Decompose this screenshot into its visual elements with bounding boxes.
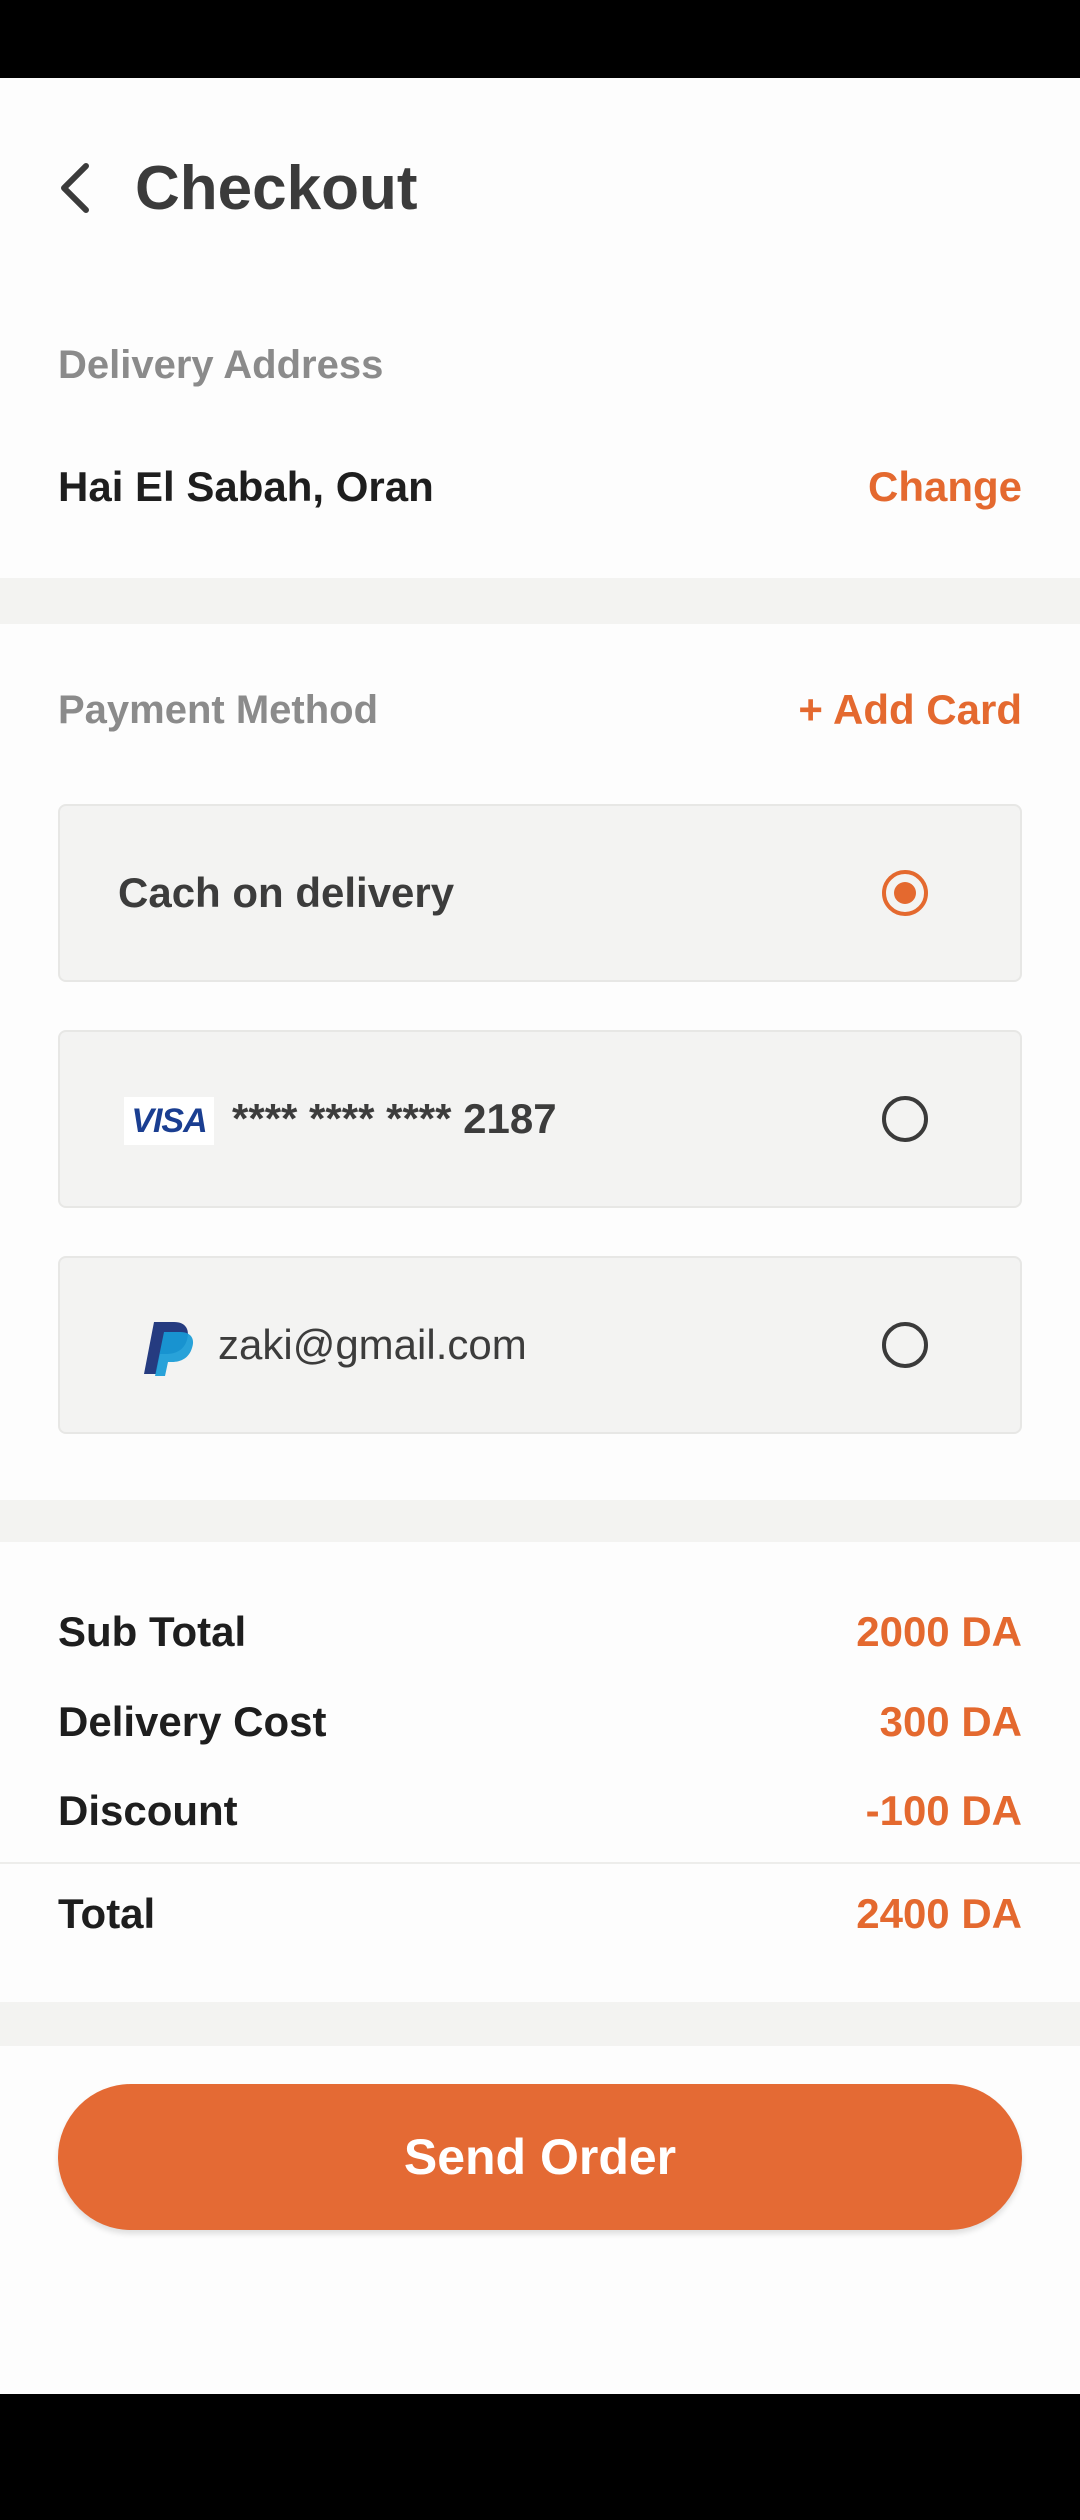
radio-button[interactable] bbox=[882, 1322, 928, 1368]
payment-method-label: Payment Method bbox=[58, 688, 379, 732]
header-delivery-section: Checkout Delivery Address Hai El Sabah, … bbox=[0, 78, 1080, 578]
payment-option-visa[interactable]: VISA **** **** **** 2187 bbox=[58, 1030, 1022, 1208]
add-card-link[interactable]: + Add Card bbox=[798, 686, 1022, 734]
paypal-logo-icon bbox=[144, 1322, 194, 1376]
delivery-cost-value: 300 DA bbox=[879, 1698, 1022, 1745]
payment-option-cash[interactable]: Cach on delivery bbox=[58, 804, 1022, 982]
back-button[interactable] bbox=[48, 148, 104, 228]
change-address-link[interactable]: Change bbox=[868, 463, 1022, 511]
discount-label: Discount bbox=[58, 1787, 238, 1834]
payment-option-paypal[interactable]: zaki@gmail.com bbox=[58, 1256, 1022, 1434]
status-bar bbox=[0, 0, 1080, 78]
total-label: Total bbox=[58, 1890, 156, 1937]
visa-logo-icon: VISA bbox=[124, 1097, 214, 1145]
total-value: 2400 DA bbox=[856, 1890, 1022, 1937]
payment-option-label: **** **** **** 2187 bbox=[232, 1095, 557, 1142]
checkout-screen: Checkout Delivery Address Hai El Sabah, … bbox=[0, 78, 1080, 2394]
payment-option-label: zaki@gmail.com bbox=[218, 1321, 527, 1368]
navigation-bar bbox=[0, 2394, 1080, 2520]
discount-value: -100 DA bbox=[865, 1787, 1022, 1834]
order-summary-section: Sub Total 2000 DA Delivery Cost 300 DA D… bbox=[0, 1542, 1080, 2002]
send-order-button[interactable]: Send Order bbox=[58, 2084, 1022, 2230]
payment-method-section: Payment Method + Add Card Cach on delive… bbox=[0, 624, 1080, 1500]
delivery-address-value: Hai El Sabah, Oran bbox=[58, 463, 434, 510]
delivery-address-label: Delivery Address bbox=[58, 343, 384, 387]
radio-button-selected[interactable] bbox=[882, 870, 928, 916]
page-title: Checkout bbox=[135, 154, 418, 223]
radio-button[interactable] bbox=[882, 1096, 928, 1142]
subtotal-value: 2000 DA bbox=[856, 1608, 1022, 1655]
back-arrow-icon bbox=[61, 163, 89, 213]
delivery-cost-label: Delivery Cost bbox=[58, 1698, 327, 1745]
payment-option-label: Cach on delivery bbox=[118, 869, 455, 916]
divider bbox=[0, 1862, 1080, 1864]
subtotal-label: Sub Total bbox=[58, 1608, 247, 1655]
bottom-action-section: Send Order bbox=[0, 2046, 1080, 2394]
